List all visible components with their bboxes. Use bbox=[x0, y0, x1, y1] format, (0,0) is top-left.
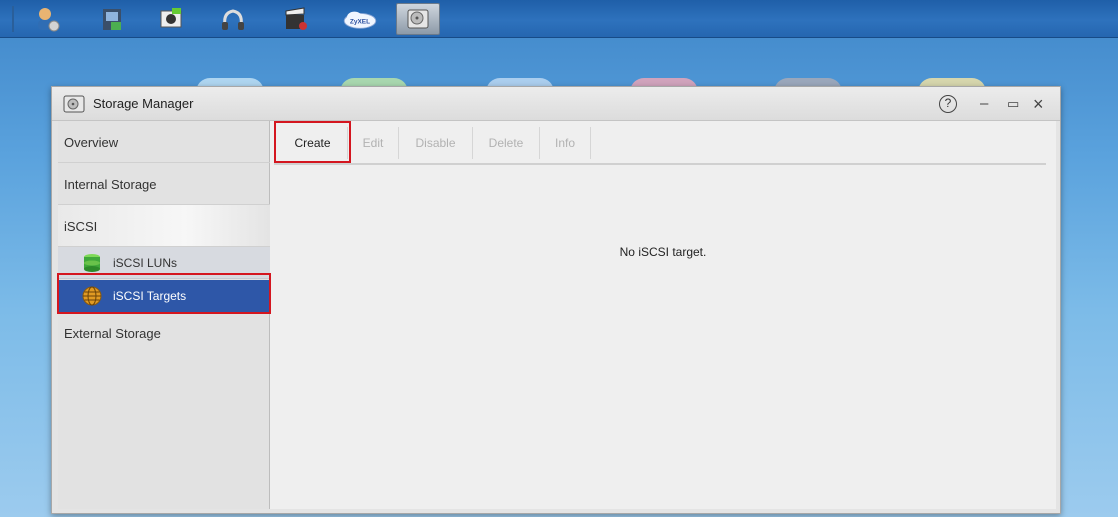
iscsi-targets-highlight bbox=[57, 273, 271, 314]
database-icon bbox=[84, 254, 100, 272]
photo-icon[interactable] bbox=[156, 4, 186, 34]
taskbar: ZyXEL bbox=[0, 0, 1118, 38]
disable-button[interactable]: Disable bbox=[399, 127, 473, 159]
sidebar-item-label: Internal Storage bbox=[64, 177, 157, 192]
sidebar: Overview Internal Storage iSCSI iSCSI LU… bbox=[58, 121, 270, 509]
delete-button[interactable]: Delete bbox=[473, 127, 540, 159]
music-icon[interactable] bbox=[218, 4, 248, 34]
storage-manager-taskbar-icon[interactable] bbox=[396, 3, 440, 35]
zyxel-cloud-icon[interactable]: ZyXEL bbox=[340, 4, 380, 34]
sidebar-item-label: Overview bbox=[64, 135, 119, 150]
file-browser-icon[interactable] bbox=[97, 4, 127, 34]
video-icon[interactable] bbox=[281, 4, 311, 34]
storage-manager-window: Storage Manager ? – ▭ × Overview Interna… bbox=[51, 86, 1061, 514]
sidebar-item-label: iSCSI bbox=[64, 219, 98, 234]
edit-button[interactable]: Edit bbox=[348, 127, 399, 159]
sidebar-item-iscsi[interactable]: iSCSI bbox=[58, 205, 270, 247]
main-content: Create Edit Disable Delete Info No iSCSI… bbox=[270, 121, 1056, 509]
close-button[interactable]: × bbox=[1033, 94, 1044, 114]
minimize-button[interactable]: – bbox=[980, 94, 988, 114]
sidebar-item-overview[interactable]: Overview bbox=[58, 121, 270, 163]
sidebar-item-external-storage[interactable]: External Storage bbox=[58, 312, 270, 354]
create-button-highlight bbox=[274, 121, 351, 163]
toolbar: Create Edit Disable Delete Info bbox=[274, 121, 1046, 165]
sidebar-item-label: External Storage bbox=[64, 326, 161, 341]
taskbar-divider bbox=[12, 6, 14, 32]
sidebar-item-internal-storage[interactable]: Internal Storage bbox=[58, 163, 270, 205]
admin-user-icon[interactable] bbox=[32, 4, 62, 34]
info-button[interactable]: Info bbox=[540, 127, 591, 159]
sidebar-subitem-label: iSCSI LUNs bbox=[113, 256, 178, 270]
empty-state-message: No iSCSI target. bbox=[619, 245, 707, 259]
window-title: Storage Manager bbox=[93, 96, 194, 111]
help-icon[interactable]: ? bbox=[939, 95, 957, 113]
storage-manager-icon bbox=[63, 95, 85, 113]
window-titlebar[interactable]: Storage Manager ? – ▭ × bbox=[52, 87, 1060, 121]
zyxel-cloud-label: ZyXEL bbox=[350, 19, 370, 26]
maximize-button[interactable]: ▭ bbox=[1007, 94, 1019, 114]
